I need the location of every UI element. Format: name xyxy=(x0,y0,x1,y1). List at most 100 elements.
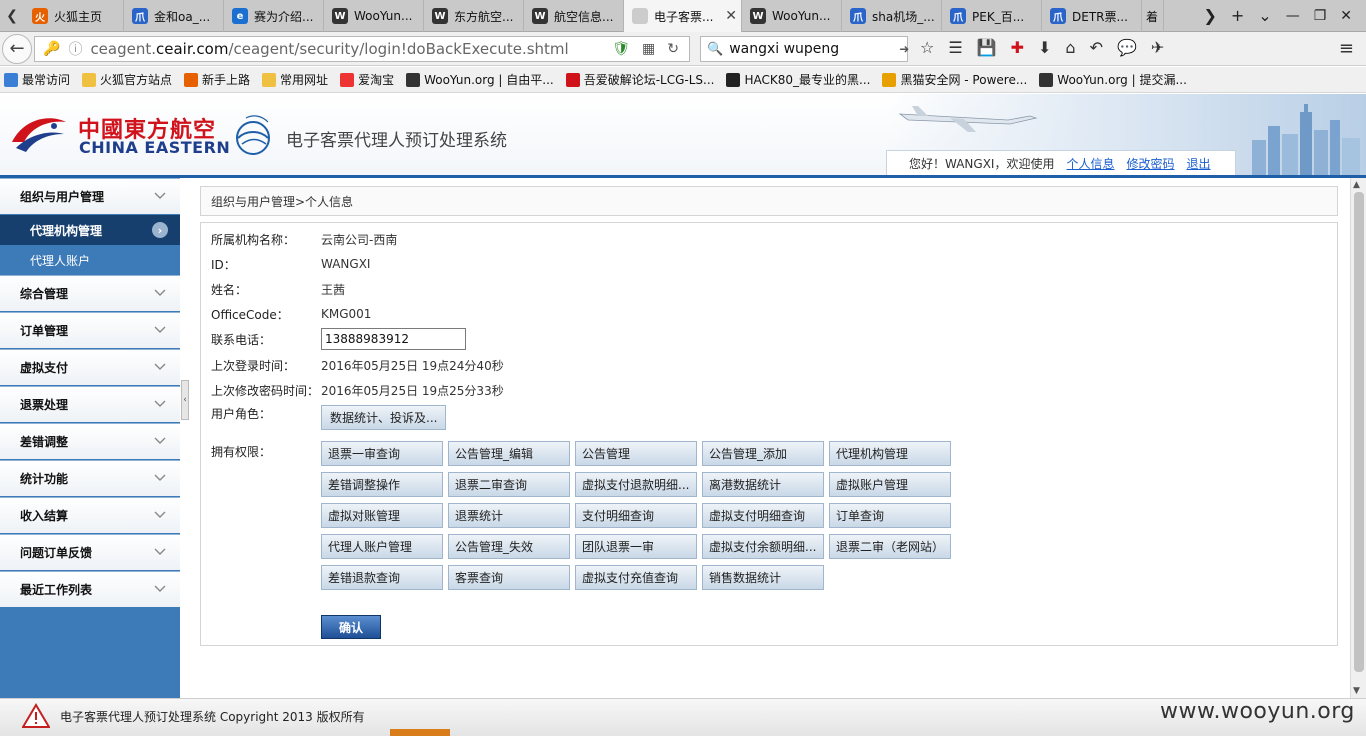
back-icon[interactable]: ← xyxy=(2,33,32,64)
site-key-icon[interactable]: 🔑 xyxy=(43,41,60,57)
browser-tab[interactable]: W 航空信息... xyxy=(524,0,624,32)
permission-button[interactable]: 差错退款查询 xyxy=(321,565,443,590)
bookmark-item[interactable]: 新手上路 xyxy=(184,71,250,88)
save-icon[interactable]: 💾 xyxy=(977,38,997,57)
permission-button[interactable]: 虚拟支付明细查询 xyxy=(702,503,824,528)
permission-button[interactable]: 退票统计 xyxy=(448,503,570,528)
permission-button[interactable]: 退票二审（老网站） xyxy=(829,534,951,559)
sidebar-group-5[interactable]: 差错调整 xyxy=(0,423,180,460)
addon-icon[interactable]: ✚ xyxy=(1011,38,1024,57)
shield-icon[interactable]: 🛡 xyxy=(612,41,630,57)
copyright-text: 电子客票代理人预订处理系统 Copyright 2013 版权所有 xyxy=(60,710,365,724)
bookmark-item[interactable]: 爱淘宝 xyxy=(340,71,394,88)
bookmark-item[interactable]: 黑猫安全网 - Powere... xyxy=(882,71,1027,88)
confirm-button[interactable]: 确认 xyxy=(321,615,381,639)
role-button[interactable]: 数据统计、投诉及... xyxy=(321,405,447,430)
change-password-link[interactable]: 修改密码 xyxy=(1126,155,1174,172)
url-text[interactable]: ceagent.ceair.com/ceagent/security/login… xyxy=(90,40,568,58)
sidebar-group-8[interactable]: 问题订单反馈 xyxy=(0,534,180,571)
sidebar-group-1[interactable]: 综合管理 xyxy=(0,275,180,312)
sidebar-group-2[interactable]: 订单管理 xyxy=(0,312,180,349)
permission-button[interactable]: 公告管理_添加 xyxy=(702,441,824,466)
permission-button[interactable]: 虚拟对账管理 xyxy=(321,503,443,528)
permission-button[interactable]: 公告管理 xyxy=(575,441,697,466)
browser-tab[interactable]: 爪 PEK_百... xyxy=(942,0,1042,32)
sidebar-group-4[interactable]: 退票处理 xyxy=(0,386,180,423)
browser-tab[interactable]: e 赛为介绍... xyxy=(224,0,324,32)
sidebar-group-0[interactable]: 组织与用户管理 xyxy=(0,178,180,215)
sidebar-group-9[interactable]: 最近工作列表 xyxy=(0,571,180,608)
permission-button[interactable]: 公告管理_失效 xyxy=(448,534,570,559)
browser-tab[interactable]: 爪 sha机场_... xyxy=(842,0,942,32)
reading-list-icon[interactable]: ☰ xyxy=(948,38,962,57)
browser-tab[interactable]: 火火狐主页 xyxy=(24,0,124,32)
permission-button[interactable]: 差错调整操作 xyxy=(321,472,443,497)
bookmark-item[interactable]: 吾爱破解论坛-LCG-LS... xyxy=(565,71,714,88)
tab-list-dropdown-icon[interactable]: ⌄ xyxy=(1258,6,1271,25)
sidebar-collapse-icon[interactable]: ‹ xyxy=(181,380,189,420)
bookmark-item[interactable]: HACK80_最专业的黑... xyxy=(726,71,870,88)
info-icon[interactable]: ⓘ xyxy=(68,39,82,59)
restore-icon[interactable]: ❐ xyxy=(1314,8,1327,24)
permission-button[interactable]: 虚拟支付余额明细... xyxy=(702,534,824,559)
bookmark-item[interactable]: 常用网址 xyxy=(262,71,328,88)
permission-button[interactable]: 团队退票一审 xyxy=(575,534,697,559)
bookmark-item[interactable]: 火狐官方站点 xyxy=(82,71,172,88)
permission-button[interactable]: 客票查询 xyxy=(448,565,570,590)
browser-tab[interactable]: W 东方航空... xyxy=(424,0,524,32)
browser-tab[interactable]: 爪 DETR票... xyxy=(1042,0,1142,32)
search-go-icon[interactable]: ➜ xyxy=(899,42,909,56)
scroll-up-icon[interactable]: ▲ xyxy=(1353,180,1360,190)
permission-button[interactable]: 订单查询 xyxy=(829,503,951,528)
sidebar-item[interactable]: 代理机构管理 › xyxy=(0,215,180,245)
scroll-thumb[interactable] xyxy=(1354,192,1364,672)
org-label: 所属机构名称： xyxy=(211,232,296,247)
sidebar-group-3[interactable]: 虚拟支付 xyxy=(0,349,180,386)
close-window-icon[interactable]: ✕ xyxy=(1340,8,1352,24)
tab-overflow[interactable]: 着 xyxy=(1142,0,1164,32)
sidebar-group-7[interactable]: 收入结算 xyxy=(0,497,180,534)
permission-button[interactable]: 虚拟支付充值查询 xyxy=(575,565,697,590)
browser-tab[interactable]: W WooYun... xyxy=(742,0,842,32)
bookmark-item[interactable]: 最常访问 xyxy=(4,71,70,88)
bookmark-star-icon[interactable]: ☆ xyxy=(920,38,934,57)
permission-button[interactable]: 支付明细查询 xyxy=(575,503,697,528)
permission-button[interactable]: 虚拟支付退款明细... xyxy=(575,472,697,497)
url-bar[interactable]: 🔑 ⓘ ceagent.ceair.com/ceagent/security/l… xyxy=(34,36,690,62)
hamburger-menu-icon[interactable]: ≡ xyxy=(1339,38,1354,59)
chat-icon[interactable]: 💬 xyxy=(1117,38,1137,57)
browser-tab[interactable]: W WooYun... xyxy=(324,0,424,32)
scroll-down-icon[interactable]: ▼ xyxy=(1353,686,1360,696)
permission-button[interactable]: 离港数据统计 xyxy=(702,472,824,497)
search-bar[interactable]: 🔍 ➜ xyxy=(700,36,909,62)
phone-input[interactable] xyxy=(321,328,466,350)
tab-scroll-left-icon[interactable]: ❮ xyxy=(0,0,24,31)
page-scrollbar[interactable]: ▲ ▼ xyxy=(1350,178,1366,698)
logout-link[interactable]: 退出 xyxy=(1187,155,1211,172)
qr-code-icon[interactable]: ▦ xyxy=(642,41,655,57)
search-input[interactable] xyxy=(729,41,900,57)
permission-button[interactable]: 退票二审查询 xyxy=(448,472,570,497)
bookmark-item[interactable]: WooYun.org | 提交漏... xyxy=(1039,71,1187,88)
download-icon[interactable]: ⬇ xyxy=(1038,38,1051,57)
browser-tab[interactable]: 爪金和oa_... xyxy=(124,0,224,32)
history-back-icon[interactable]: ↶ xyxy=(1090,38,1103,57)
permission-button[interactable]: 代理人账户管理 xyxy=(321,534,443,559)
extension-icon[interactable]: ✈ xyxy=(1151,38,1164,57)
new-tab-icon[interactable]: + xyxy=(1231,6,1244,25)
sidebar-item[interactable]: 代理人账户 xyxy=(0,245,180,275)
tab-close-icon[interactable]: ✕ xyxy=(721,8,737,24)
minimize-icon[interactable]: — xyxy=(1286,8,1300,24)
permission-button[interactable]: 销售数据统计 xyxy=(702,565,824,590)
home-icon[interactable]: ⌂ xyxy=(1065,38,1075,57)
permission-button[interactable]: 退票一审查询 xyxy=(321,441,443,466)
reload-icon[interactable]: ↻ xyxy=(667,41,679,57)
tab-scroll-right-icon[interactable]: ❯ xyxy=(1203,6,1216,25)
bookmark-item[interactable]: WooYun.org | 自由平... xyxy=(406,71,554,88)
browser-tab[interactable]: 电子客票... ✕ xyxy=(624,0,742,32)
permission-button[interactable]: 代理机构管理 xyxy=(829,441,951,466)
permission-button[interactable]: 虚拟账户管理 xyxy=(829,472,951,497)
permission-button[interactable]: 公告管理_编辑 xyxy=(448,441,570,466)
profile-link[interactable]: 个人信息 xyxy=(1066,155,1114,172)
sidebar-group-6[interactable]: 统计功能 xyxy=(0,460,180,497)
